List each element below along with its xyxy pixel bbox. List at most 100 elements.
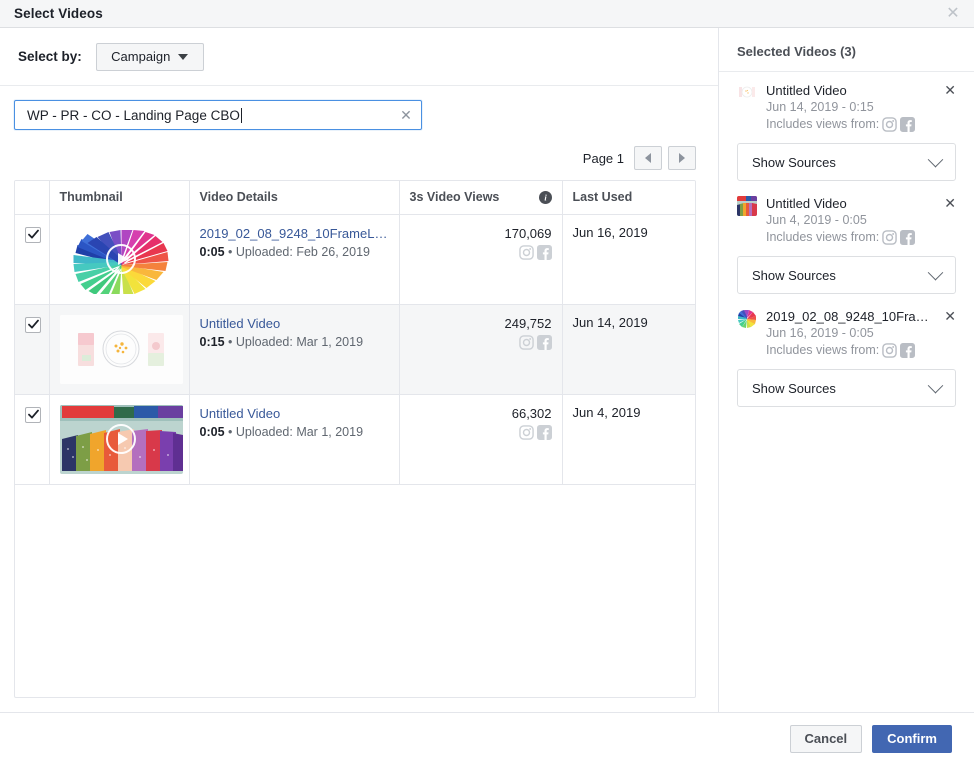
source-icons [410,244,552,260]
selected-video-item: Untitled Video Jun 4, 2019 - 0:05 Includ… [737,185,956,294]
row-thumbnail-cell [48,214,189,305]
instagram-icon [518,424,534,440]
play-icon [106,424,136,454]
show-sources-label: Show Sources [752,380,836,396]
show-sources-button[interactable]: Show Sources [737,256,956,294]
views-count: 249,752 [504,315,552,331]
facebook-icon [536,244,552,260]
views-count: 66,302 [511,405,552,421]
row-last-used-cell: Jun 14, 2019 [561,304,695,395]
selected-videos-heading: Selected Videos (3) [737,44,856,59]
video-thumbnail[interactable] [59,224,183,294]
table-header: Thumbnail Video Details 3s Video Views i [15,181,695,215]
confirm-button[interactable]: Confirm [872,724,952,753]
search-input[interactable]: WP - PR - CO - Landing Page CBO [15,107,391,123]
row-last-used-cell: Jun 4, 2019 [561,394,695,485]
show-sources-button[interactable]: Show Sources [737,143,956,181]
instagram-icon [882,230,897,245]
table-row[interactable]: Untitled Video 0:15 • Uploaded: Mar 1, 2… [15,304,695,395]
video-meta: 0:05 • Uploaded: Mar 1, 2019 [199,424,364,439]
selected-video-meta: Jun 4, 2019 - 0:05 [766,213,867,227]
selected-video-item: Untitled Video Jun 14, 2019 - 0:15 Inclu… [737,72,956,181]
select-by-dropdown[interactable]: Campaign [95,42,204,71]
show-sources-button[interactable]: Show Sources [737,369,956,407]
remove-selected-video-button[interactable]: ✕ [942,82,956,97]
video-thumbnail[interactable] [59,314,183,384]
chevron-down-icon [927,377,944,393]
views-count: 170,069 [504,225,552,241]
row-views-cell: 249,752 [398,304,562,395]
video-duration: 0:05 [199,424,225,439]
includes-views-label: Includes views from: [766,230,880,244]
video-duration: 0:05 [199,244,225,259]
search-box[interactable]: WP - PR - CO - Landing Page CBO ✕ [14,100,422,130]
row-details-cell: 2019_02_08_9248_10FrameLoo... 0:05 • Upl… [188,214,399,305]
row-thumbnail-cell [48,394,189,485]
instagram-icon [518,244,534,260]
row-views-cell: 170,069 [398,214,562,305]
source-icons [410,334,552,350]
selected-video-title: 2019_02_08_9248_10FrameLoo... [766,309,934,324]
row-select-cell [15,214,49,305]
row-checkbox[interactable] [25,406,41,423]
info-icon[interactable]: i [538,190,552,204]
row-select-cell [15,304,49,395]
select-by-label: Select by: [18,49,82,64]
video-duration: 0:15 [199,334,225,349]
column-header-thumbnail: Thumbnail [48,181,189,215]
video-title-link[interactable]: Untitled Video [200,405,389,422]
row-checkbox[interactable] [25,226,41,243]
facebook-icon [900,117,916,132]
row-views-cell: 66,302 [398,394,562,485]
row-checkbox[interactable] [25,316,41,333]
row-last-used-cell: Jun 16, 2019 [561,214,695,305]
search-row: WP - PR - CO - Landing Page CBO ✕ [0,86,718,130]
left-pane: Select by: Campaign WP - PR - CO - Landi… [0,28,719,712]
selected-video-title: Untitled Video [766,196,847,211]
video-thumbnail[interactable] [59,404,183,474]
clear-icon[interactable]: ✕ [391,101,421,129]
facebook-icon [900,343,916,358]
select-by-row: Select by: Campaign [0,28,718,86]
selected-videos-list: Untitled Video Jun 14, 2019 - 0:15 Inclu… [719,72,974,407]
cancel-button[interactable]: Cancel [789,724,863,753]
dialog-titlebar: Select Videos ✕ [0,0,974,28]
column-header-select [15,181,49,215]
show-sources-label: Show Sources [752,267,836,283]
facebook-icon [536,424,552,440]
page-label: Page 1 [582,150,624,166]
selected-video-texts: Untitled Video Jun 14, 2019 - 0:15 Inclu… [766,82,933,133]
page-title: Select Videos [14,6,103,21]
chevron-right-icon[interactable] [668,146,696,170]
select-by-value: Campaign [111,49,171,64]
row-thumbnail-cell [48,304,189,395]
video-meta: 0:15 • Uploaded: Mar 1, 2019 [199,334,364,349]
source-icons [410,424,552,440]
row-select-cell [15,394,49,485]
search-input-value: WP - PR - CO - Landing Page CBO [27,107,240,123]
table-row[interactable]: Untitled Video 0:05 • Uploaded: Mar 1, 2… [15,394,695,485]
remove-selected-video-button[interactable]: ✕ [942,308,956,323]
includes-views-from: Includes views from: [766,116,933,133]
play-icon [106,244,136,274]
videos-table: Thumbnail Video Details 3s Video Views i [15,181,695,485]
close-icon[interactable]: ✕ [942,3,964,25]
dialog-body: Select by: Campaign WP - PR - CO - Landi… [0,28,974,712]
video-title-link[interactable]: Untitled Video [200,315,389,332]
selected-video-row: 2019_02_08_9248_10FrameLoo... Jun 16, 20… [737,298,956,359]
selected-videos-panel: Selected Videos (3) Untitled Video Jun 1… [719,28,974,712]
includes-views-label: Includes views from: [766,343,880,357]
row-details-cell: Untitled Video 0:05 • Uploaded: Mar 1, 2… [188,394,399,485]
selected-video-title: Untitled Video [766,83,847,98]
pagination-buttons [634,146,696,170]
video-title-link[interactable]: 2019_02_08_9248_10FrameLoo... [200,225,389,242]
includes-views-from: Includes views from: [766,229,933,246]
facebook-icon [536,334,552,350]
video-uploaded: Uploaded: Mar 1, 2019 [235,424,364,439]
chevron-left-icon[interactable] [634,146,662,170]
remove-selected-video-button[interactable]: ✕ [942,195,956,210]
instagram-icon [518,334,534,350]
table-row[interactable]: 2019_02_08_9248_10FrameLoo... 0:05 • Upl… [15,214,695,305]
selected-video-texts: Untitled Video Jun 4, 2019 - 0:05 Includ… [766,195,933,246]
selected-video-thumbnail [737,309,757,329]
